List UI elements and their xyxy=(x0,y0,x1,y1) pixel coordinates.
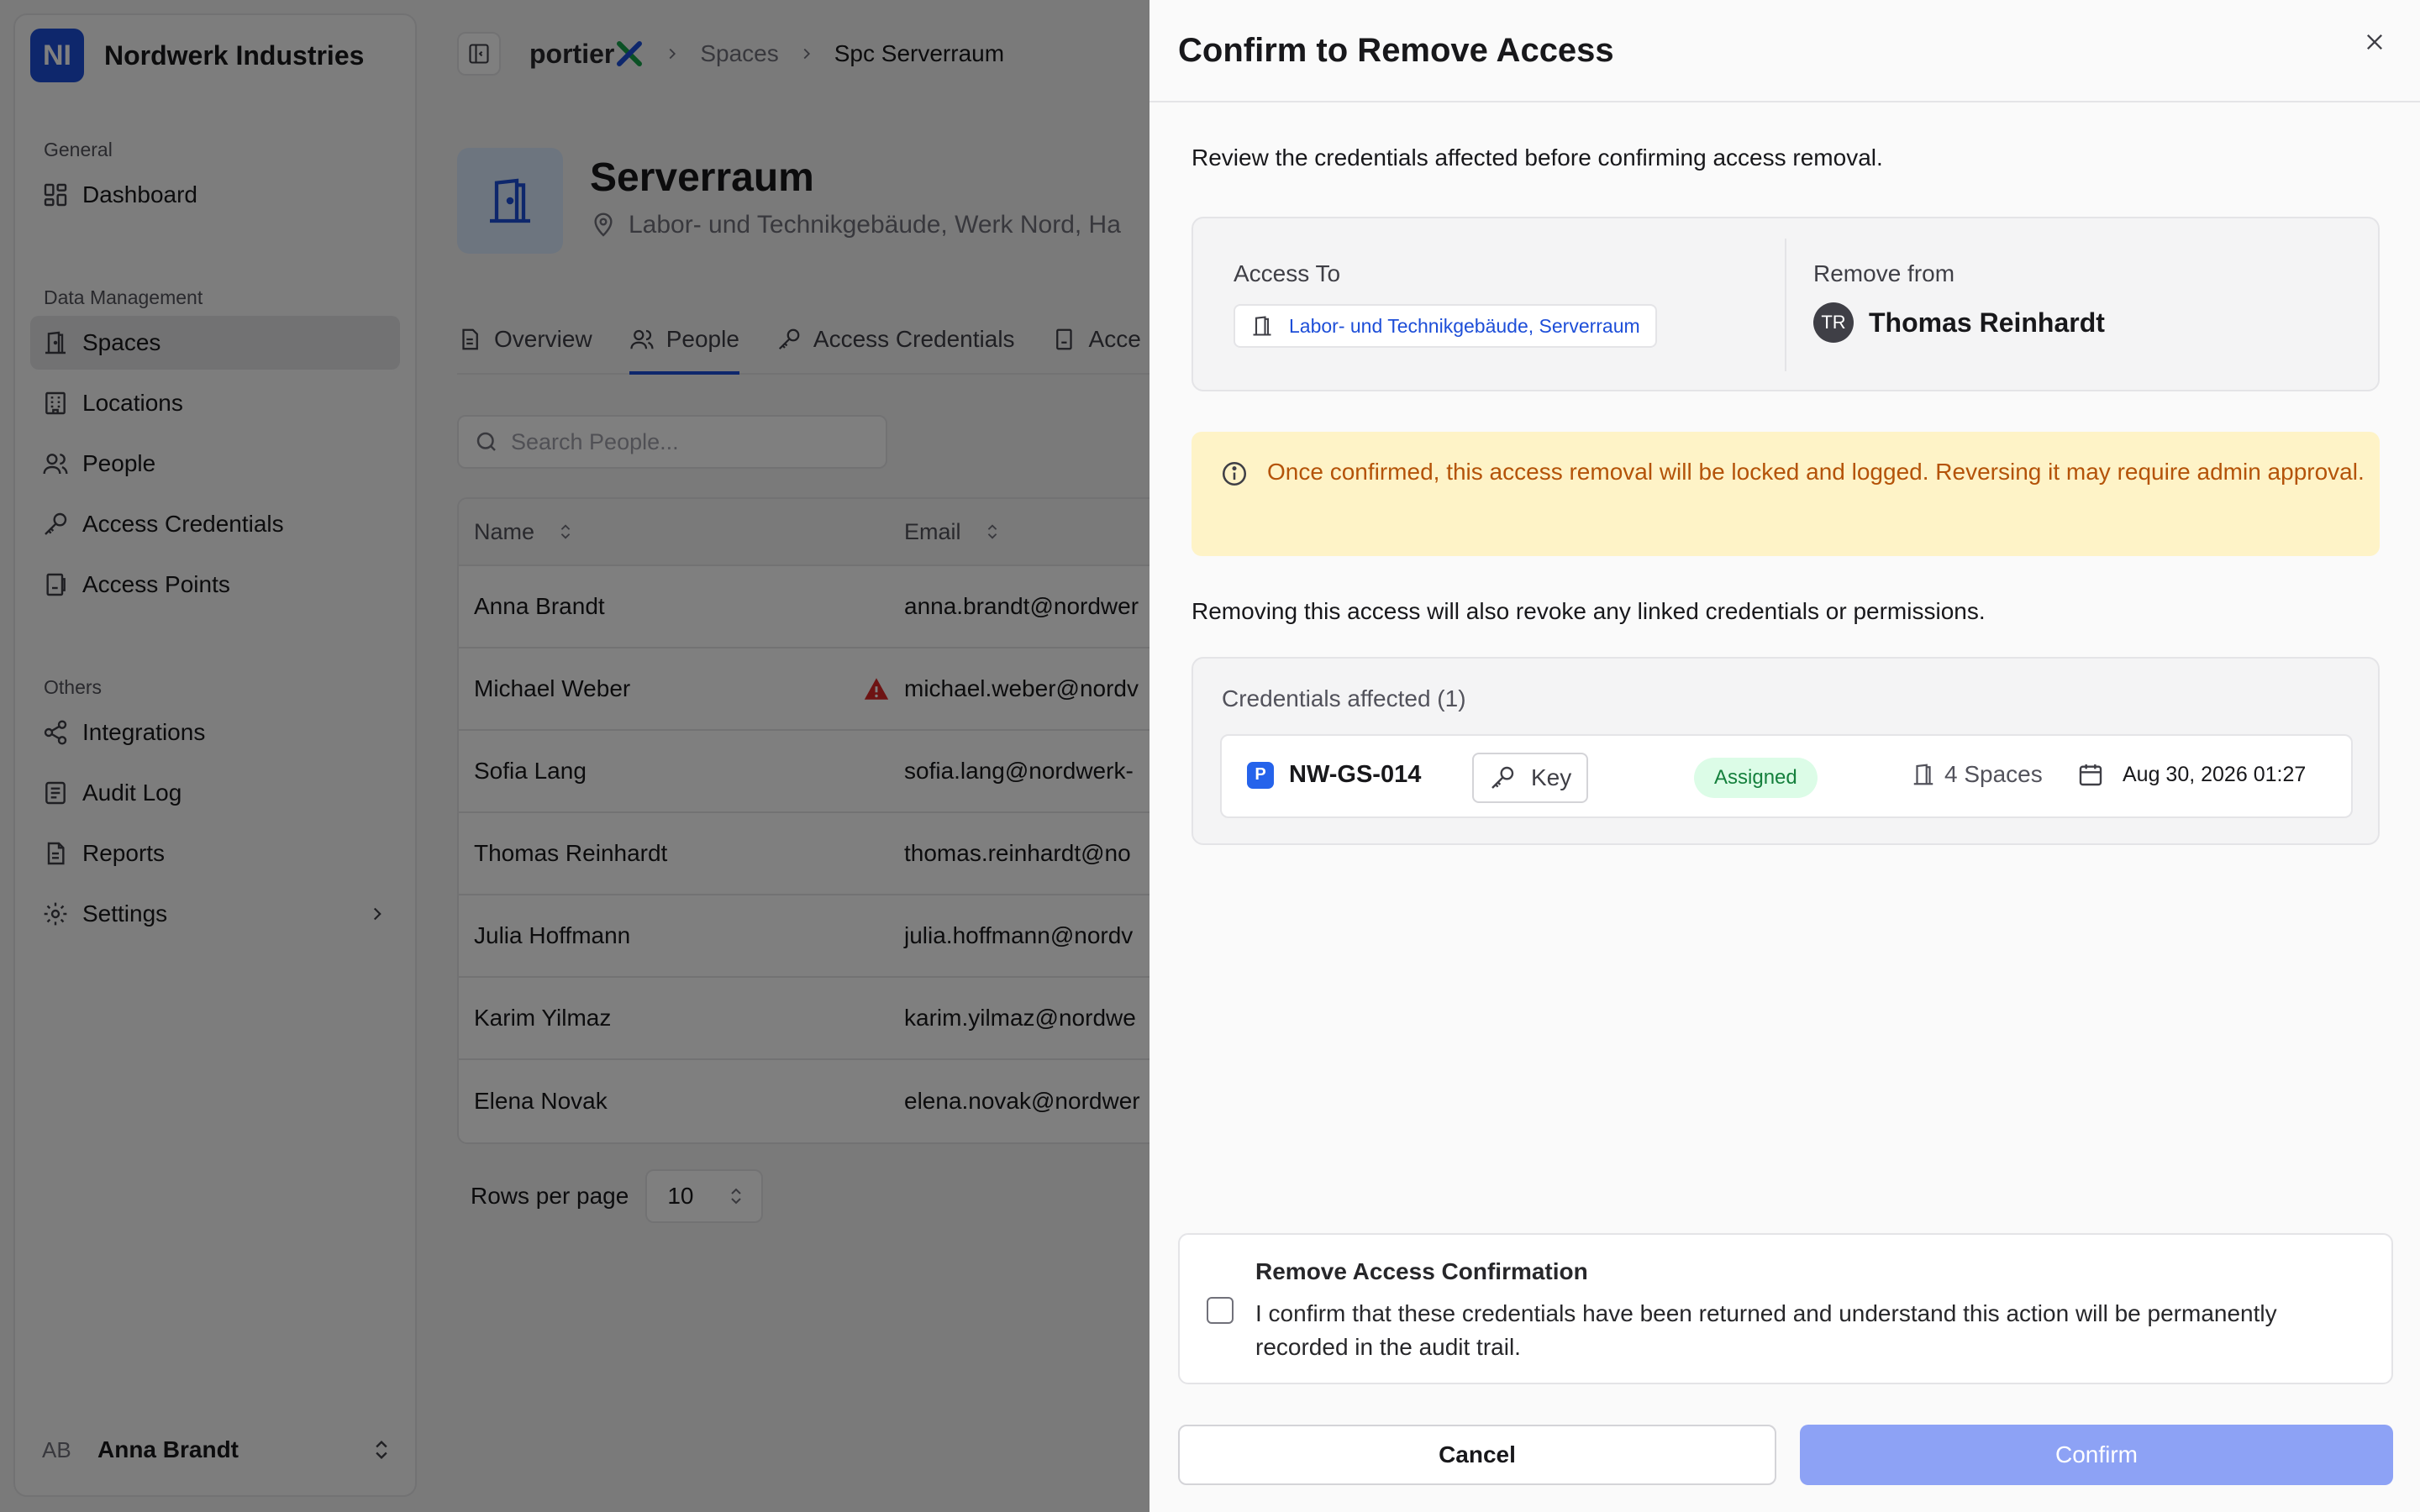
modal-overlay[interactable] xyxy=(0,0,1150,1512)
cancel-button[interactable]: Cancel xyxy=(1178,1425,1776,1485)
credential-date-text: Aug 30, 2026 01:27 xyxy=(2123,762,2307,786)
remove-access-dialog: Confirm to Remove Access Review the cred… xyxy=(1150,0,2420,1512)
warning-alert: Once confirmed, this access removal will… xyxy=(1192,432,2380,556)
info-icon xyxy=(1222,461,1247,486)
credential-id: P NW-GS-014 xyxy=(1247,761,1421,789)
confirm-button[interactable]: Confirm xyxy=(1800,1425,2393,1485)
dialog-intro: Review the credentials affected before c… xyxy=(1192,144,1883,171)
confirmation-title: Remove Access Confirmation xyxy=(1255,1258,1588,1284)
confirmation-text: I confirm that these credentials have be… xyxy=(1255,1300,2277,1360)
credentials-affected-card: Credentials affected (1) P NW-GS-014 Key… xyxy=(1192,657,2380,845)
status-badge: Assigned xyxy=(1694,758,1818,798)
door-icon xyxy=(1253,316,1271,336)
credential-type: Key xyxy=(1531,764,1572,790)
access-to-chip[interactable]: Labor- und Technikgebäude, Serverraum xyxy=(1234,304,1657,348)
remove-from-person: TR Thomas Reinhardt xyxy=(1813,302,2105,343)
credential-spaces-count: 4 Spaces xyxy=(1944,761,2043,787)
credentials-heading: Credentials affected (1) xyxy=(1222,685,1466,711)
warning-text: Once confirmed, this access removal will… xyxy=(1267,459,2365,485)
credential-id-text: NW-GS-014 xyxy=(1289,761,1422,788)
access-to-value: Labor- und Technikgebäude, Serverraum xyxy=(1289,314,1640,337)
divider xyxy=(1785,239,1786,371)
door-icon xyxy=(1913,764,1933,785)
credential-provider-icon: P xyxy=(1247,761,1274,789)
dialog-title: Confirm to Remove Access xyxy=(1178,32,1614,69)
credential-spaces: 4 Spaces xyxy=(1911,761,2043,788)
person-name: Thomas Reinhardt xyxy=(1869,307,2105,338)
remove-from-label: Remove from xyxy=(1813,260,1955,286)
access-summary-card: Access To Labor- und Technikgebäude, Ser… xyxy=(1192,217,2380,391)
calendar-icon xyxy=(2079,764,2102,786)
key-icon xyxy=(1491,766,1514,789)
credential-type-chip: Key xyxy=(1472,753,1589,803)
avatar: TR xyxy=(1813,302,1854,343)
close-icon xyxy=(2367,34,2382,50)
credential-row[interactable]: P NW-GS-014 Key Assigned 4 Spaces Aug 30… xyxy=(1220,734,2353,818)
dialog-header: Confirm to Remove Access xyxy=(1150,0,2420,102)
close-button[interactable] xyxy=(2360,27,2390,57)
credential-date: Aug 30, 2026 01:27 xyxy=(2077,761,2306,788)
confirmation-box: Remove Access Confirmation I confirm tha… xyxy=(1178,1233,2393,1384)
confirm-checkbox[interactable] xyxy=(1207,1297,1234,1324)
access-to-label: Access To xyxy=(1234,260,1341,286)
revoke-note: Removing this access will also revoke an… xyxy=(1192,598,1986,624)
